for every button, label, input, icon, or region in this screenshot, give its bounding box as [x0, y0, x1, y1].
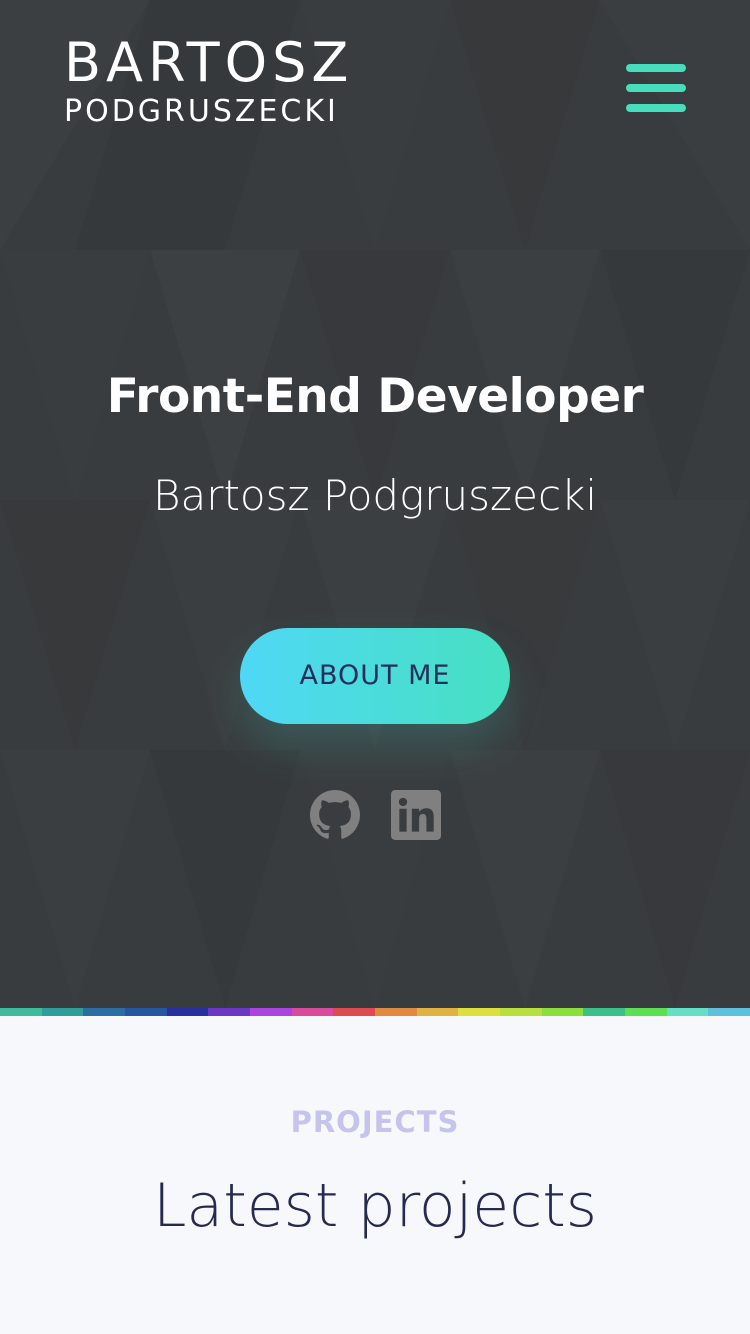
menu-line	[626, 104, 686, 112]
rainbow-segment	[416, 1008, 459, 1016]
rainbow-segment	[666, 1008, 709, 1016]
rainbow-segment	[83, 1008, 126, 1016]
rainbow-divider	[0, 1008, 750, 1016]
rainbow-segment	[125, 1008, 167, 1016]
rainbow-segment	[500, 1008, 542, 1016]
linkedin-icon[interactable]	[391, 790, 441, 840]
projects-eyebrow: PROJECTS	[290, 1105, 460, 1139]
rainbow-segment	[208, 1008, 251, 1016]
rainbow-segment	[375, 1008, 417, 1016]
rainbow-segment	[458, 1008, 501, 1016]
menu-line	[626, 84, 686, 92]
hamburger-menu-icon[interactable]	[622, 58, 690, 118]
hero-title: Front-End Developer	[106, 369, 644, 424]
linkedin-icon-graphic	[391, 790, 441, 840]
rainbow-segment	[41, 1008, 84, 1016]
site-logo[interactable]: BARTOSZ PODGRUSZECKI	[64, 32, 353, 130]
about-me-button[interactable]: ABOUT ME	[240, 628, 510, 724]
logo-last-name: PODGRUSZECKI	[64, 94, 339, 129]
hero-subtitle: Bartosz Podgruszecki	[152, 471, 598, 520]
menu-line	[626, 64, 686, 72]
rainbow-segment	[541, 1008, 584, 1016]
logo-first-name: BARTOSZ	[64, 31, 354, 94]
rainbow-segment	[333, 1008, 376, 1016]
github-icon[interactable]	[310, 790, 360, 840]
rainbow-segment	[708, 1008, 750, 1016]
github-icon-graphic	[310, 790, 360, 839]
rainbow-segment	[166, 1008, 209, 1016]
projects-section: PROJECTS Latest projects	[0, 1016, 750, 1334]
rainbow-segment	[583, 1008, 626, 1016]
rainbow-segment	[0, 1008, 42, 1016]
rainbow-segment	[250, 1008, 292, 1016]
projects-title: Latest projects	[153, 1171, 597, 1241]
hero-section: BARTOSZ PODGRUSZECKI Front-End Developer…	[0, 0, 750, 1008]
rainbow-segment	[291, 1008, 334, 1016]
rainbow-segment	[625, 1008, 667, 1016]
